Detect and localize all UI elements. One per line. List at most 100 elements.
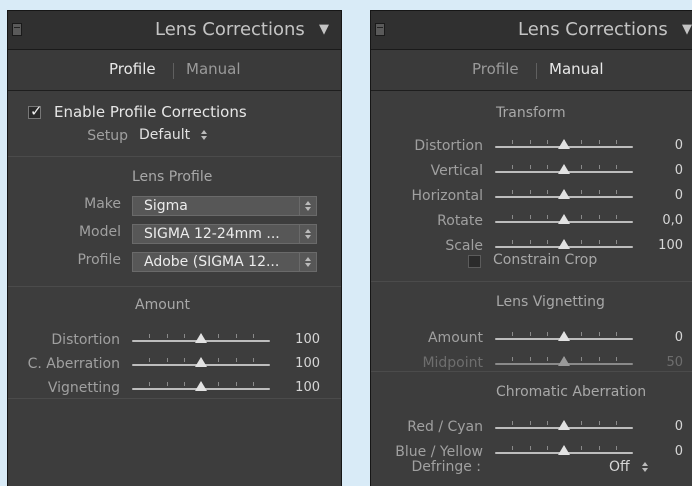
slider-value[interactable]: 100 xyxy=(270,356,320,371)
slider-knob[interactable] xyxy=(558,139,570,149)
lens-profile-section: Lens Profile Make Sigma Model SIGMA 12-2… xyxy=(8,156,341,287)
slider-track[interactable] xyxy=(495,420,633,434)
slider-track[interactable] xyxy=(132,357,270,371)
slider-value[interactable]: 0 xyxy=(633,419,683,434)
slider-label: Midpoint xyxy=(422,355,483,371)
slider-knob[interactable] xyxy=(558,189,570,199)
defringe-value: Off xyxy=(609,459,630,475)
slider-label: Amount xyxy=(427,330,483,346)
constrain-crop-label[interactable]: Constrain Crop xyxy=(493,252,597,268)
slider-value[interactable]: 100 xyxy=(270,332,320,347)
slider-knob[interactable] xyxy=(558,331,570,341)
lens-corrections-panel-manual: Lens Corrections ▼ Profile Manual Transf… xyxy=(370,10,692,486)
model-dropdown[interactable]: SIGMA 12-24mm ... xyxy=(132,224,317,244)
panel-switch-icon[interactable] xyxy=(375,23,385,36)
slider-label: C. Aberration xyxy=(27,356,120,372)
tab-bar: Profile Manual xyxy=(371,50,692,91)
checkmark-icon: ✓ xyxy=(30,102,43,120)
slider-track[interactable] xyxy=(495,214,633,228)
slider-track[interactable] xyxy=(495,164,633,178)
lens-corrections-panel-profile: Lens Corrections ▼ Profile Manual ✓ Enab… xyxy=(7,10,342,486)
slider-label: Vertical xyxy=(430,163,483,179)
slider-knob[interactable] xyxy=(195,381,207,391)
slider-track[interactable] xyxy=(495,331,633,345)
collapse-triangle-icon[interactable]: ▼ xyxy=(682,22,692,37)
slider-knob[interactable] xyxy=(558,214,570,224)
dropdown-arrow-icon xyxy=(299,196,317,216)
slider-value[interactable]: 0 xyxy=(633,138,683,153)
slider-label: Scale xyxy=(445,238,483,254)
profile-label: Profile xyxy=(77,252,121,268)
slider-label: Vignetting xyxy=(47,380,120,396)
slider-value[interactable]: 100 xyxy=(270,380,320,395)
defringe-select[interactable]: Off xyxy=(609,459,649,475)
section-title: Lens Vignetting xyxy=(496,294,605,310)
dropdown-arrow-icon xyxy=(299,252,317,272)
slider-label: Blue / Yellow xyxy=(395,444,483,460)
slider-track[interactable] xyxy=(132,333,270,347)
tab-manual[interactable]: Manual xyxy=(186,60,241,78)
defringe-label: Defringe : xyxy=(411,459,481,475)
make-value: Sigma xyxy=(144,198,188,214)
profile-dropdown[interactable]: Adobe (SIGMA 12... xyxy=(132,252,317,272)
lens-vignetting-section: Lens Vignetting Amount 0 Midpoint 50 xyxy=(371,281,692,372)
profile-value: Adobe (SIGMA 12... xyxy=(144,254,280,270)
slider-value[interactable]: 0 xyxy=(633,188,683,203)
updown-arrows-icon xyxy=(642,462,649,472)
panel-header[interactable]: Lens Corrections ▼ xyxy=(8,11,341,50)
panel-header[interactable]: Lens Corrections ▼ xyxy=(371,11,692,50)
slider-label: Distortion xyxy=(51,332,120,348)
dropdown-arrow-icon xyxy=(299,224,317,244)
slider-value[interactable]: 100 xyxy=(633,238,683,253)
amount-section: Amount Distortion 100 C. Aberration 100 Vign… xyxy=(8,286,341,399)
panel-bottom xyxy=(8,398,341,486)
section-title: Amount xyxy=(135,297,191,313)
slider-track[interactable] xyxy=(495,189,633,203)
section-title: Lens Profile xyxy=(132,169,213,185)
constrain-crop-checkbox[interactable] xyxy=(468,255,481,268)
panel-title: Lens Corrections xyxy=(155,19,305,40)
slider-knob[interactable] xyxy=(558,356,570,366)
slider-knob[interactable] xyxy=(558,420,570,430)
slider-label: Horizontal xyxy=(411,188,483,204)
enable-profile-checkbox[interactable]: ✓ xyxy=(28,102,43,120)
slider-value[interactable]: 0,0 xyxy=(633,213,683,228)
slider-track[interactable] xyxy=(132,381,270,395)
tab-bar: Profile Manual xyxy=(8,50,341,91)
collapse-triangle-icon[interactable]: ▼ xyxy=(319,22,329,37)
panel-title: Lens Corrections xyxy=(518,19,668,40)
slider-track[interactable] xyxy=(495,139,633,153)
panel-switch-icon[interactable] xyxy=(12,23,22,36)
enable-profile-label[interactable]: Enable Profile Corrections xyxy=(54,103,247,121)
slider-label: Red / Cyan xyxy=(407,419,483,435)
model-value: SIGMA 12-24mm ... xyxy=(144,226,280,242)
slider-knob[interactable] xyxy=(558,445,570,455)
tab-divider xyxy=(536,63,537,79)
slider-track[interactable] xyxy=(495,445,633,459)
slider-knob[interactable] xyxy=(195,357,207,367)
slider-label: Rotate xyxy=(437,213,483,229)
updown-arrows-icon xyxy=(200,130,208,140)
tab-manual[interactable]: Manual xyxy=(549,60,604,78)
slider-value[interactable]: 0 xyxy=(633,163,683,178)
section-title: Transform xyxy=(496,105,566,121)
setup-value: Default xyxy=(139,127,191,143)
tab-profile[interactable]: Profile xyxy=(109,60,156,78)
setup-select[interactable]: Default xyxy=(139,127,208,143)
make-dropdown[interactable]: Sigma xyxy=(132,196,317,216)
slider-value[interactable]: 50 xyxy=(633,355,683,370)
setup-label: Setup xyxy=(87,128,128,144)
slider-knob[interactable] xyxy=(558,239,570,249)
model-label: Model xyxy=(78,224,121,240)
slider-label: Distortion xyxy=(414,138,483,154)
slider-knob[interactable] xyxy=(195,333,207,343)
section-title: Chromatic Aberration xyxy=(496,384,647,400)
transform-section: Transform Distortion 0 Vertical 0 Horizontal… xyxy=(371,91,692,281)
slider-knob[interactable] xyxy=(558,164,570,174)
slider-track[interactable] xyxy=(495,356,633,370)
tab-profile[interactable]: Profile xyxy=(472,60,519,78)
chromatic-aberration-section: Chromatic Aberration Red / Cyan 0 Blue / Y… xyxy=(371,371,692,486)
make-label: Make xyxy=(84,196,121,212)
slider-value[interactable]: 0 xyxy=(633,444,683,459)
slider-value[interactable]: 0 xyxy=(633,330,683,345)
